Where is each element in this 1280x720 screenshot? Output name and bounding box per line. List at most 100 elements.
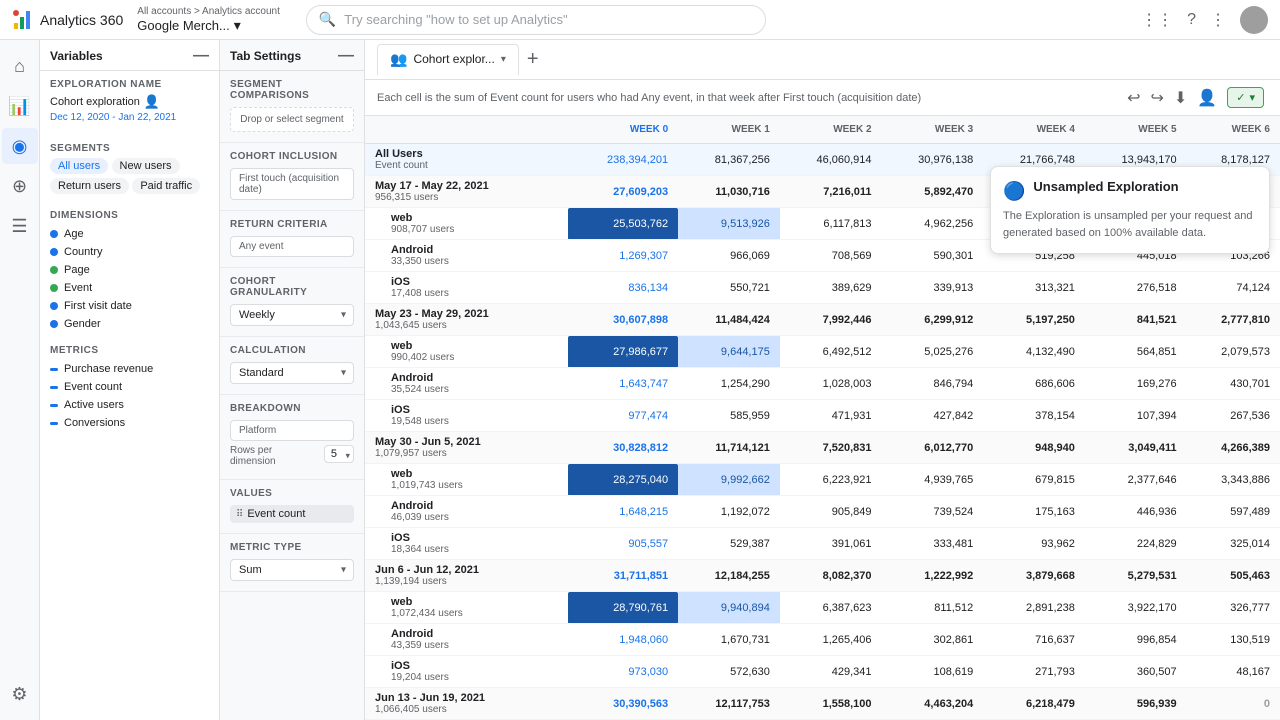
segment-paid-traffic[interactable]: Paid traffic — [132, 178, 200, 194]
cell-value: 48,167 — [1187, 656, 1280, 688]
undo-button[interactable]: ↩ — [1127, 88, 1140, 108]
cell-value: 31,711,851 — [568, 560, 678, 592]
sidebar-admin[interactable]: ⚙ — [2, 676, 38, 712]
cell-value: 391,061 — [780, 528, 882, 560]
row-label: Jun 13 - Jun 19, 2021 — [375, 692, 558, 704]
cell-value: 973,030 — [568, 656, 678, 688]
cell-value: 9,513,926 — [678, 208, 780, 240]
more-icon[interactable]: ⋮ — [1210, 10, 1226, 30]
cell-value: 81,367,256 — [678, 144, 780, 176]
chip-handle-icon: ⠿ — [236, 509, 243, 520]
sidebar-advertising[interactable]: ⊕ — [2, 168, 38, 204]
redo-button[interactable]: ↪ — [1151, 88, 1164, 108]
cell-value: 1,192,072 — [678, 496, 780, 528]
sidebar-explore[interactable]: ◉ — [2, 128, 38, 164]
col-header-label — [365, 116, 568, 144]
row-sublabel: 1,019,743 users — [375, 480, 558, 491]
segment-drop-zone[interactable]: Drop or select segment — [230, 107, 354, 132]
cell-value: 326,777 — [1187, 592, 1280, 624]
help-icon[interactable]: ? — [1187, 11, 1196, 29]
cell-value: 27,986,677 — [568, 336, 678, 368]
date-range[interactable]: Dec 12, 2020 - Jan 22, 2021 — [50, 112, 209, 123]
cell-value: 0 — [1187, 688, 1280, 720]
row-label: Jun 6 - Jun 12, 2021 — [375, 564, 558, 576]
cell-value: 841,521 — [1085, 304, 1187, 336]
tab-dropdown-icon[interactable]: ▾ — [501, 54, 506, 65]
tab-settings-minimize-button[interactable]: — — [338, 48, 354, 64]
nav-icons: ⋮⋮ ? ⋮ — [1141, 6, 1268, 34]
tooltip-icon: 🔵 — [1003, 181, 1025, 202]
cell-value: 6,387,623 — [780, 592, 882, 624]
dim-gender: Gender — [50, 315, 209, 333]
cell-value: 529,387 — [678, 528, 780, 560]
sidebar-reports[interactable]: 📊 — [2, 88, 38, 124]
segment-new-users[interactable]: New users — [112, 158, 180, 174]
save-button[interactable]: ✓ ▾ — [1227, 87, 1264, 108]
cell-value: 811,512 — [882, 592, 984, 624]
search-bar[interactable]: 🔍 Try searching "how to set up Analytics… — [306, 5, 766, 35]
table-row: May 30 - Jun 5, 20211,079,957 users30,82… — [365, 432, 1280, 464]
row-sublabel: 990,402 users — [375, 352, 558, 363]
row-sublabel: 19,204 users — [375, 672, 558, 683]
cell-value: 313,321 — [983, 272, 1085, 304]
row-sublabel: 43,359 users — [375, 640, 558, 651]
metric-type-select[interactable]: Sum — [230, 559, 354, 581]
dim-page: Page — [50, 261, 209, 279]
cell-value: 169,276 — [1085, 368, 1187, 400]
col-header-week5: WEEK 5 — [1085, 116, 1187, 144]
download-button[interactable]: ⬇ — [1174, 88, 1187, 108]
col-header-week4: WEEK 4 — [983, 116, 1085, 144]
cell-value: 7,520,831 — [780, 432, 882, 464]
cell-value: 564,851 — [1085, 336, 1187, 368]
rows-per-dim-select[interactable]: 5 — [324, 445, 354, 463]
tab-cohort-exploration[interactable]: 👥 Cohort explor... ▾ — [377, 44, 519, 76]
variables-minimize-button[interactable]: — — [193, 48, 209, 64]
cell-value: 1,558,100 — [780, 688, 882, 720]
calculation-select[interactable]: Standard — [230, 362, 354, 384]
cell-value: 271,793 — [983, 656, 1085, 688]
cohort-granularity-select[interactable]: Weekly — [230, 304, 354, 326]
cohort-inclusion-input[interactable]: First touch (acquisition date) — [230, 168, 354, 200]
row-label: Android — [375, 500, 558, 512]
cell-value: 2,777,810 — [1187, 304, 1280, 336]
metrics-section: METRICS Purchase revenue Event count Act… — [40, 337, 219, 436]
cell-value: 28,275,040 — [568, 464, 678, 496]
segment-comparisons-section: SEGMENT COMPARISONS Drop or select segme… — [220, 71, 364, 143]
breadcrumb-top: All accounts > Analytics account — [137, 6, 280, 17]
share-button[interactable]: 👤 — [1197, 88, 1217, 108]
tab-add-button[interactable]: + — [523, 48, 543, 71]
cell-value: 12,117,753 — [678, 688, 780, 720]
apps-icon[interactable]: ⋮⋮ — [1141, 10, 1173, 30]
cell-value: 6,492,512 — [780, 336, 882, 368]
toolbar-actions: ↩ ↪ ⬇ 👤 ✓ ▾ — [1127, 87, 1264, 108]
tab-settings-panel: Tab Settings — SEGMENT COMPARISONS Drop … — [220, 40, 365, 720]
table-row: Android46,039 users1,648,2151,192,072905… — [365, 496, 1280, 528]
sidebar-home[interactable]: ⌂ — [2, 48, 38, 84]
breadcrumb-bottom[interactable]: Google Merch... ▾ — [137, 17, 280, 34]
cell-value: 11,030,716 — [678, 176, 780, 208]
cell-value: 27,609,203 — [568, 176, 678, 208]
sidebar-configure[interactable]: ☰ — [2, 208, 38, 244]
cell-value: 2,891,238 — [983, 592, 1085, 624]
row-sublabel: 35,524 users — [375, 384, 558, 395]
segment-return-users[interactable]: Return users — [50, 178, 129, 194]
cell-value: 996,854 — [1085, 624, 1187, 656]
row-sublabel: 1,066,405 users — [375, 704, 558, 715]
cell-value: 224,829 — [1085, 528, 1187, 560]
cell-value: 446,936 — [1085, 496, 1187, 528]
cell-value: 5,197,250 — [983, 304, 1085, 336]
avatar[interactable] — [1240, 6, 1268, 34]
segment-all-users[interactable]: All users — [50, 158, 108, 174]
return-criteria-input[interactable]: Any event — [230, 236, 354, 257]
cell-value: 30,828,812 — [568, 432, 678, 464]
value-chip-event-count[interactable]: ⠿ Event count — [230, 505, 354, 523]
cell-value: 4,939,765 — [882, 464, 984, 496]
search-icon: 🔍 — [319, 11, 336, 28]
cell-value: 1,670,731 — [678, 624, 780, 656]
data-area[interactable]: WEEK 0 WEEK 1 WEEK 2 WEEK 3 WEEK 4 WEEK … — [365, 116, 1280, 720]
breakdown-input[interactable]: Platform — [230, 420, 354, 441]
metric-active-users: Active users — [50, 396, 209, 414]
top-navigation: Analytics 360 All accounts > Analytics a… — [0, 0, 1280, 40]
cell-value: 107,394 — [1085, 400, 1187, 432]
dim-age: Age — [50, 225, 209, 243]
